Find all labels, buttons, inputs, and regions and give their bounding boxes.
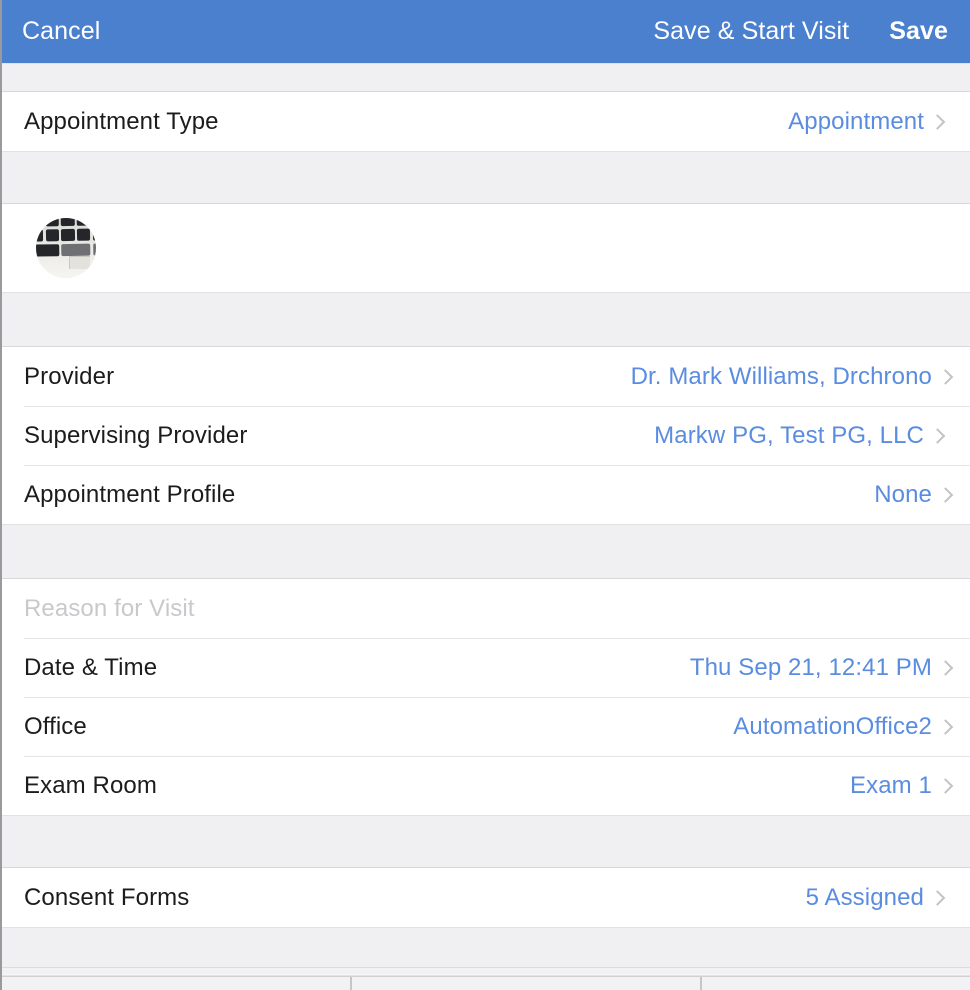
- consent-forms-label: Consent Forms: [24, 883, 190, 911]
- appointment-profile-value: None: [874, 480, 932, 508]
- reason-for-visit-input[interactable]: Reason for Visit: [24, 595, 195, 623]
- appointment-profile-value-group: None: [874, 481, 950, 509]
- chevron-right-icon: [938, 655, 950, 681]
- appointment-profile-label: Appointment Profile: [24, 480, 236, 508]
- section-gap-after-visit-details: [2, 815, 970, 868]
- save-and-start-visit-button[interactable]: Save & Start Visit: [653, 19, 849, 44]
- row-provider[interactable]: Provider Dr. Mark Williams, Drchrono: [2, 347, 970, 406]
- navbar-left-group: Cancel: [22, 19, 100, 44]
- appointment-type-value-group: Appointment: [788, 108, 950, 136]
- avatar-key: [92, 218, 96, 226]
- consent-forms-value: 5 Assigned: [805, 883, 924, 911]
- chevron-right-icon: [938, 714, 950, 740]
- cancel-button[interactable]: Cancel: [22, 19, 100, 44]
- toolbar-divider-2: [700, 977, 702, 990]
- section-gap-after-appointment-type: [2, 151, 970, 204]
- appointment-type-value: Appointment: [788, 107, 924, 135]
- chevron-right-icon: [930, 885, 950, 911]
- navigation-bar: Cancel Save & Start Visit Save: [2, 0, 970, 63]
- toolbar-top-shadow: [2, 974, 970, 977]
- avatar-key: [92, 242, 96, 256]
- bottom-toolbar[interactable]: [2, 967, 970, 990]
- section-providers: Provider Dr. Mark Williams, Drchrono Sup…: [2, 347, 970, 524]
- exam-room-label: Exam Room: [24, 771, 157, 799]
- exam-room-value: Exam 1: [850, 771, 932, 799]
- chevron-right-icon: [930, 423, 950, 449]
- avatar-key: [76, 228, 91, 241]
- toolbar-divider-1: [350, 977, 352, 990]
- office-value-group: AutomationOffice2: [733, 713, 950, 741]
- avatar-key: [92, 228, 96, 241]
- avatar-key: [45, 228, 59, 242]
- avatar-key: [36, 218, 44, 227]
- row-appointment-type[interactable]: Appointment Type Appointment: [2, 92, 970, 151]
- consent-forms-value-group: 5 Assigned: [806, 884, 950, 912]
- office-label: Office: [24, 712, 87, 740]
- avatar-key: [36, 229, 44, 242]
- appointment-edit-screen: Cancel Save & Start Visit Save Appointme…: [0, 0, 970, 990]
- section-patient: [2, 204, 970, 292]
- row-office[interactable]: Office AutomationOffice2: [2, 697, 970, 756]
- appointment-type-label: Appointment Type: [24, 107, 219, 135]
- navbar-right-group: Save & Start Visit Save: [653, 19, 948, 44]
- avatar-key: [76, 218, 91, 227]
- chevron-right-icon: [938, 773, 950, 799]
- save-button[interactable]: Save: [889, 19, 948, 44]
- row-appointment-profile[interactable]: Appointment Profile None: [2, 465, 970, 524]
- avatar-key: [61, 228, 75, 242]
- avatar-photo-trackpad: [69, 256, 90, 269]
- patient-avatar: [36, 218, 96, 278]
- chevron-right-icon: [938, 364, 950, 390]
- section-consent-forms: Consent Forms 5 Assigned: [2, 868, 970, 927]
- row-reason-for-visit[interactable]: Reason for Visit: [2, 579, 970, 638]
- provider-label: Provider: [24, 362, 115, 390]
- row-consent-forms[interactable]: Consent Forms 5 Assigned: [2, 868, 970, 927]
- avatar-key: [45, 218, 59, 227]
- form-scroll-area[interactable]: Appointment Type Appointment Provider Dr…: [2, 63, 970, 990]
- section-appointment-type: Appointment Type Appointment: [2, 92, 970, 151]
- provider-value-group: Dr. Mark Williams, Drchrono: [631, 363, 950, 391]
- supervising-provider-value: Markw PG, Test PG, LLC: [654, 421, 924, 449]
- avatar-key: [61, 243, 91, 257]
- exam-room-value-group: Exam 1: [850, 772, 950, 800]
- section-gap-after-patient: [2, 292, 970, 347]
- section-gap-after-providers: [2, 524, 970, 579]
- row-patient-avatar[interactable]: [2, 204, 970, 292]
- row-supervising-provider[interactable]: Supervising Provider Markw PG, Test PG, …: [2, 406, 970, 465]
- date-and-time-label: Date & Time: [24, 653, 158, 681]
- provider-value: Dr. Mark Williams, Drchrono: [630, 362, 932, 390]
- avatar-photo-keys: [36, 218, 96, 257]
- section-gap-top: [2, 63, 970, 92]
- date-and-time-value: Thu Sep 21, 12:41 PM: [689, 653, 932, 681]
- office-value: AutomationOffice2: [733, 712, 932, 740]
- chevron-right-icon: [938, 482, 950, 508]
- supervising-provider-label: Supervising Provider: [24, 421, 248, 449]
- avatar-key: [61, 218, 75, 227]
- row-exam-room[interactable]: Exam Room Exam 1: [2, 756, 970, 815]
- date-and-time-value-group: Thu Sep 21, 12:41 PM: [690, 654, 950, 682]
- chevron-right-icon: [930, 109, 950, 135]
- section-visit-details: Reason for Visit Date & Time Thu Sep 21,…: [2, 579, 970, 815]
- row-date-and-time[interactable]: Date & Time Thu Sep 21, 12:41 PM: [2, 638, 970, 697]
- avatar-key: [36, 243, 60, 257]
- supervising-provider-value-group: Markw PG, Test PG, LLC: [654, 422, 950, 450]
